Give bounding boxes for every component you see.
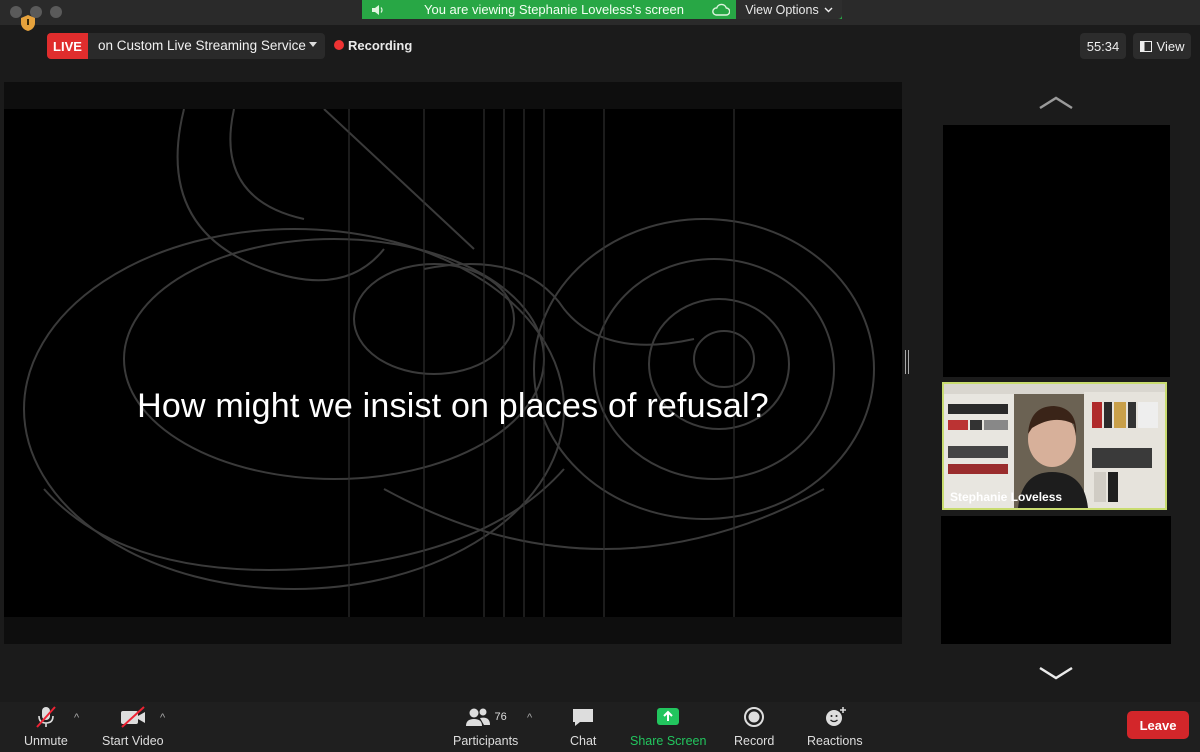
slide-heading: How might we insist on places of refusal… [137,387,769,425]
grid-view-icon [1139,40,1152,52]
start-video-button[interactable]: Start Video [102,706,164,748]
participant-tile[interactable] [943,125,1170,377]
scroll-down-chevron-icon[interactable] [1038,666,1074,680]
caret-down-icon [309,42,317,47]
speaker-name-label: Stephanie Loveless [950,490,1063,504]
screen-share-banner: You are viewing Stephanie Loveless's scr… [362,0,842,19]
video-options-caret-icon[interactable]: ^ [160,712,165,724]
meeting-timer: 55:34 [1080,33,1126,59]
shared-screen: How might we insist on places of refusal… [4,82,902,644]
live-badge: LIVE [47,33,88,59]
smiley-reaction-icon [825,707,846,726]
video-camera-off-icon [120,706,145,728]
participants-button[interactable]: 76 Participants [453,706,518,748]
live-stream-dropdown[interactable]: LIVE on Custom Live Streaming Service [47,33,325,59]
inner-ear-illustration [4,109,902,617]
banner-text: You are viewing Stephanie Loveless's scr… [424,2,684,17]
leave-meeting-button[interactable]: Leave [1127,711,1189,739]
view-options-button[interactable]: View Options [736,0,842,19]
live-service-label: on Custom Live Streaming Service [98,38,306,53]
speaker-icon [372,5,383,15]
record-icon [744,707,765,727]
share-screen-icon [657,708,680,725]
panel-resize-handle[interactable] [905,350,909,374]
view-button[interactable]: View [1133,33,1191,59]
chat-bubble-icon [573,709,594,726]
record-button[interactable]: Record [734,706,774,748]
recording-label: Recording [348,38,413,53]
recording-dot-icon [334,40,344,50]
participants-icon [465,708,490,726]
cloud-icon [712,3,730,16]
chat-button[interactable]: Chat [570,706,596,748]
microphone-muted-icon [36,706,56,728]
participants-options-caret-icon[interactable]: ^ [527,712,532,724]
scroll-up-chevron-icon[interactable] [1038,96,1074,110]
shield-icon[interactable] [18,13,38,33]
zoom-window-button[interactable] [50,6,62,18]
meeting-toolbar [0,702,1200,752]
audio-options-caret-icon[interactable]: ^ [74,712,79,724]
chevron-down-icon [824,7,833,12]
participant-tile[interactable] [941,516,1171,644]
participant-count: 76 [494,711,507,723]
active-speaker-tile[interactable]: Stephanie Loveless [942,382,1167,510]
reactions-button[interactable]: Reactions [807,706,863,748]
share-screen-button[interactable]: Share Screen [630,706,706,748]
unmute-button[interactable]: Unmute [24,706,68,748]
